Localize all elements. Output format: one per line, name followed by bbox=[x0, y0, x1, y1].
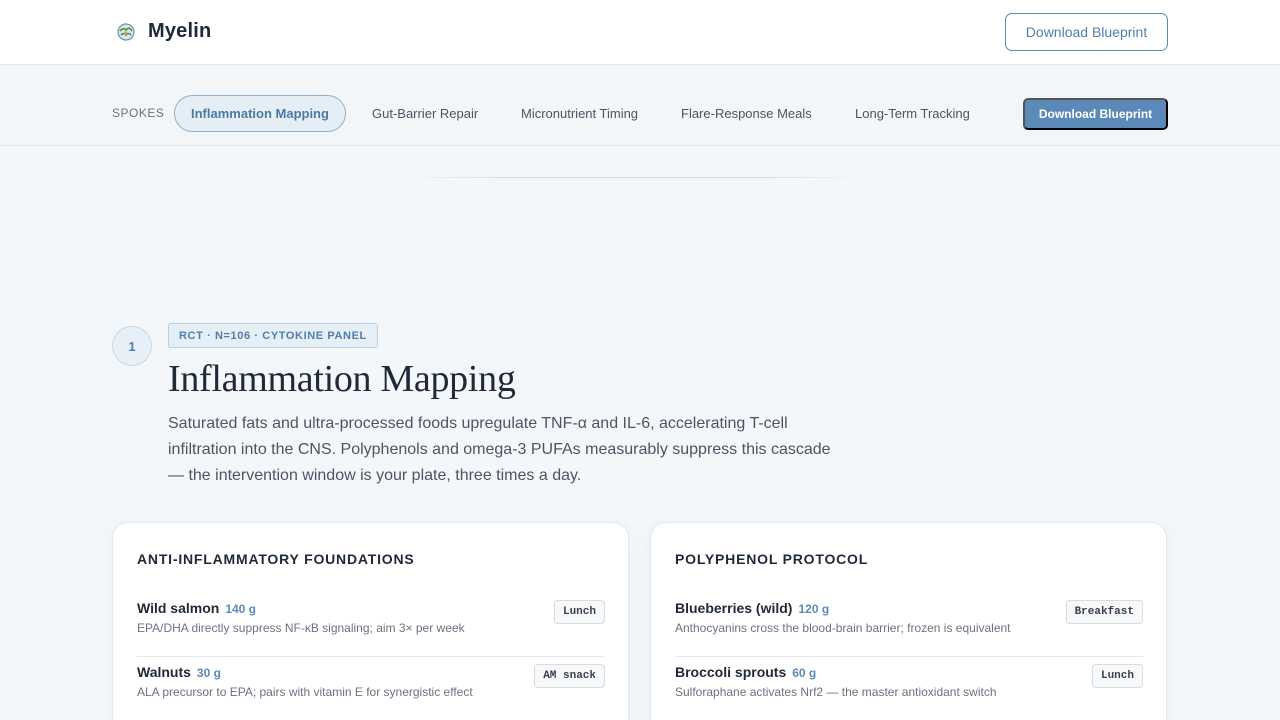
meal-badge: Lunch bbox=[553, 600, 605, 624]
spoke-gut-barrier-repair[interactable]: Gut-Barrier Repair bbox=[372, 95, 478, 132]
food-name: Broccoli sprouts bbox=[675, 664, 787, 680]
food-quantity: 30 g bbox=[196, 666, 221, 680]
spokes-label: SPOKES bbox=[112, 106, 165, 120]
step-number: 1 bbox=[112, 326, 152, 366]
section-description: Saturated fats and ultra-processed foods… bbox=[168, 415, 831, 484]
card-polyphenol-protocol: POLYPHENOL PROTOCOL Blueberries (wild) 12… bbox=[650, 522, 1167, 720]
food-name: Walnuts bbox=[137, 664, 191, 680]
meal-badge: AM snack bbox=[534, 664, 605, 688]
food-quantity: 140 g bbox=[225, 602, 257, 616]
brain-globe-icon bbox=[117, 22, 135, 41]
spokes-nav: SPOKES Inflammation Mapping Gut-Barrier … bbox=[0, 65, 1280, 146]
meal-badge: Lunch bbox=[1091, 664, 1143, 688]
card-title: POLYPHENOL PROTOCOL bbox=[675, 551, 869, 567]
brand-name: Myelin bbox=[148, 20, 212, 42]
food-note: ALA precursor to EPA; pairs with vitamin… bbox=[137, 685, 473, 699]
food-quantity: 120 g bbox=[798, 602, 830, 616]
meal-badge: Breakfast bbox=[1065, 600, 1143, 624]
list-item: Broccoli sprouts 60 g Sulforaphane activa… bbox=[675, 657, 1143, 720]
study-tag: RCT · N=106 · CYTOKINE PANEL bbox=[168, 323, 378, 348]
list-item: Walnuts 30 g ALA precursor to EPA; pairs … bbox=[137, 657, 605, 720]
section-title: Inflammation Mapping bbox=[168, 358, 516, 400]
card-anti-inflammatory-foundations: ANTI-INFLAMMATORY FOUNDATIONS Wild salmo… bbox=[112, 522, 629, 720]
top-header: Myelin Download Blueprint bbox=[0, 0, 1280, 65]
food-note: EPA/DHA directly suppress NF-κB signalin… bbox=[137, 621, 465, 635]
card-title: ANTI-INFLAMMATORY FOUNDATIONS bbox=[137, 551, 415, 567]
brand[interactable]: Myelin bbox=[116, 20, 211, 43]
food-name: Blueberries (wild) bbox=[675, 600, 793, 616]
header-download-button[interactable]: Download Blueprint bbox=[1005, 13, 1168, 51]
list-item: Wild salmon 140 g EPA/DHA directly suppre… bbox=[137, 593, 605, 657]
spoke-long-term-tracking[interactable]: Long-Term Tracking bbox=[855, 95, 970, 132]
food-note: Anthocyanins cross the blood-brain barri… bbox=[675, 621, 1011, 635]
spoke-flare-response-meals[interactable]: Flare-Response Meals bbox=[681, 95, 812, 132]
spokes-download-button[interactable]: Download Blueprint bbox=[1023, 98, 1168, 130]
spoke-inflammation-mapping[interactable]: Inflammation Mapping bbox=[174, 95, 346, 132]
food-quantity: 60 g bbox=[792, 666, 817, 680]
divider bbox=[405, 177, 865, 178]
list-item: Blueberries (wild) 120 g Anthocyanins cro… bbox=[675, 593, 1143, 657]
food-name: Wild salmon bbox=[137, 600, 220, 616]
food-note: Sulforaphane activates Nrf2 — the master… bbox=[675, 685, 997, 699]
spoke-micronutrient-timing[interactable]: Micronutrient Timing bbox=[521, 95, 638, 132]
